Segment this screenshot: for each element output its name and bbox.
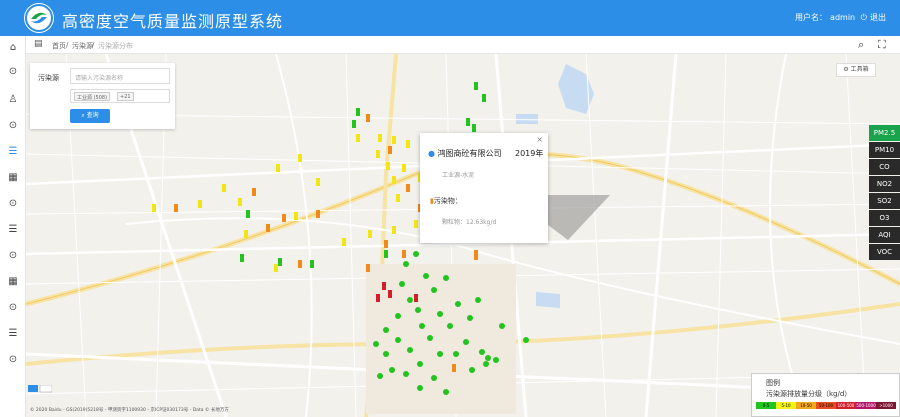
fullscreen-icon[interactable]: ⛶ <box>878 38 886 52</box>
selected-source-marker[interactable] <box>470 248 482 262</box>
toolbox-icon: ⚙ <box>843 66 851 73</box>
query-button-label: 查询 <box>86 112 99 119</box>
source-search-input[interactable]: 请输入污染源名称 <box>70 68 170 84</box>
toolbox-label: 工具箱 <box>850 66 869 73</box>
sidebar-item-log-icon[interactable]: ☰ <box>0 322 26 344</box>
menu-toggle-icon[interactable]: ▤ <box>34 39 43 49</box>
sidebar-item-table-icon[interactable]: ▦ <box>0 270 26 292</box>
sidebar-item-monitor-icon[interactable]: ⊙ <box>0 60 26 82</box>
logout-link[interactable]: 退出 <box>870 13 886 22</box>
sidebar-item-data-icon[interactable]: ⊙ <box>0 114 26 136</box>
pollutant-pm10[interactable]: PM10 <box>869 142 900 158</box>
popup-shadow <box>548 195 610 240</box>
user-name: admin <box>830 13 856 22</box>
sidebar-item-grid-icon[interactable]: ▦ <box>0 166 26 188</box>
app-header: 高密度空气质量监测原型系统 用户名： admin ⏻ 退出 <box>0 0 900 36</box>
logout-icon[interactable]: ⏻ <box>861 13 867 22</box>
toolbox-button[interactable]: ⚙ 工具箱 <box>836 63 876 77</box>
source-type-more-tag[interactable]: +21 <box>117 92 134 101</box>
close-icon[interactable]: × <box>536 135 543 144</box>
sidebar-item-settings-icon[interactable]: ⊙ <box>0 348 26 370</box>
popup-pollutant-title: ▮污染物： <box>430 196 462 206</box>
source-type-select[interactable]: 工业源 (508) +21 <box>70 89 170 103</box>
legend-segment: 50-100 <box>816 402 836 409</box>
sidebar-item-list-icon[interactable]: ☰ <box>0 218 26 240</box>
legend-scale: 0-5 5-10 10-50 50-100 100-500 500-1000 >… <box>756 402 896 409</box>
breadcrumb-current: 污染源分布 <box>98 42 133 50</box>
legend-segment: 500-1000 <box>856 402 876 409</box>
legend-segment: >1000 <box>876 402 896 409</box>
sidebar: ⌂ ⊙ ♙ ⊙ ☰ ▦ ⊙ ☰ ⊙ ▦ ⊙ ☰ ⊙ <box>0 36 26 417</box>
user-label: 用户名： <box>795 13 828 22</box>
map-scale <box>28 385 52 393</box>
breadcrumb-home[interactable]: 首页 <box>52 41 66 51</box>
home-icon[interactable]: ⌂ <box>0 36 26 58</box>
popup-year: 2019年 <box>515 149 544 158</box>
query-button[interactable]: ⌕ 查询 <box>70 109 110 123</box>
pollutant-selector: PM2.5 PM10 CO NO2 SO2 O3 AQI VOC <box>869 125 900 261</box>
breadcrumb-source[interactable]: 污染源 <box>72 41 93 51</box>
source-label: 污染源 <box>38 74 59 82</box>
source-info-popup: × ● 鸿图商砼有限公司 2019年 工业源-水泥 ▮污染物： 颗粒物：12.6… <box>420 133 548 243</box>
legend-title: 图例 <box>766 379 780 387</box>
pollutant-co[interactable]: CO <box>869 159 900 175</box>
breadcrumb: ▤ 首页 / 污染源 / 污染源分布 ⌕ ⛶ <box>26 36 900 54</box>
popup-pollutant-label: 污染物： <box>433 197 462 205</box>
sidebar-item-source-icon[interactable]: ☰ <box>0 140 26 162</box>
search-icon[interactable]: ⌕ <box>858 38 864 52</box>
map-legend: 图例 污染源排放量分级（kg/d） 0-5 5-10 10-50 50-100 … <box>751 373 900 417</box>
legend-segment: 10-50 <box>796 402 816 409</box>
legend-segment: 100-500 <box>836 402 856 409</box>
sidebar-item-analysis-icon[interactable]: ⊙ <box>0 192 26 214</box>
popup-industry: 工业源-水泥 <box>442 172 475 179</box>
popup-company: ● 鸿图商砼有限公司 <box>428 148 502 159</box>
search-panel: 污染源 请输入污染源名称 工业源 (508) +21 ⌕ 查询 <box>30 63 175 129</box>
legend-segment: 0-5 <box>756 402 776 409</box>
pollutant-aqi[interactable]: AQI <box>869 227 900 243</box>
popup-company-name: 鸿图商砼有限公司 <box>437 149 502 158</box>
breadcrumb-separator: / <box>92 41 95 49</box>
app-logo <box>24 3 54 33</box>
popup-pollutant-value: 颗粒物：12.63kg/d <box>442 219 497 226</box>
location-pin-icon: ● <box>428 149 435 158</box>
pollutant-so2[interactable]: SO2 <box>869 193 900 209</box>
sidebar-item-report-icon[interactable]: ⊙ <box>0 244 26 266</box>
legend-segment: 5-10 <box>776 402 796 409</box>
sidebar-item-stat-icon[interactable]: ⊙ <box>0 296 26 318</box>
pollutant-voc[interactable]: VOC <box>869 244 900 260</box>
source-type-tag[interactable]: 工业源 (508) <box>74 92 111 101</box>
breadcrumb-separator: / <box>66 41 69 49</box>
pollutant-o3[interactable]: O3 <box>869 210 900 226</box>
legend-subtitle: 污染源排放量分级（kg/d） <box>766 390 852 398</box>
user-info: 用户名： admin ⏻ 退出 <box>792 12 886 23</box>
pollutant-no2[interactable]: NO2 <box>869 176 900 192</box>
app-title: 高密度空气质量监测原型系统 <box>62 12 284 31</box>
pollutant-pm25[interactable]: PM2.5 <box>869 125 900 141</box>
sidebar-item-site-icon[interactable]: ♙ <box>0 88 26 110</box>
map-copyright: © 2020 Baidu - GS(2019)5218号 - 甲测资字11009… <box>30 408 229 413</box>
